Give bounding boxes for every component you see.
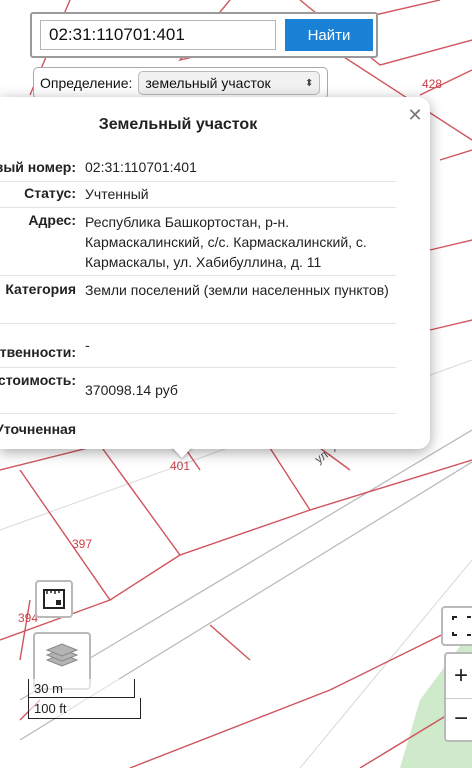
- parcel-label-401: 401: [170, 459, 191, 473]
- info-row-cadastral-number: Кадастровый номер: 02:31:110701:401: [0, 153, 396, 182]
- scale-imperial: 100 ft: [28, 698, 141, 719]
- definition-control: Определение: земельный участок ⬍: [33, 67, 328, 99]
- ruler-icon: [43, 589, 65, 609]
- definition-selected-value: земельный участок: [145, 75, 271, 91]
- close-icon[interactable]: ✕: [404, 104, 426, 126]
- info-row-status: Статус: Учтенный: [0, 181, 396, 208]
- fullscreen-button[interactable]: [441, 606, 472, 646]
- info-row-address: Адрес: Республика Башкортостан, р-н. Кар…: [0, 207, 396, 276]
- zoom-out-button[interactable]: −: [446, 699, 472, 743]
- info-value: 370098.14 руб: [85, 382, 178, 398]
- info-key: Форма собственности:: [0, 344, 76, 360]
- info-key: Адрес:: [28, 212, 76, 228]
- zoom-control: + −: [444, 652, 472, 742]
- scale-metric: 30 m: [28, 679, 135, 698]
- ruler-button[interactable]: [35, 580, 73, 618]
- find-button[interactable]: Найти: [285, 19, 373, 51]
- scale-bar: 30 m 100 ft: [28, 679, 141, 719]
- parcel-info-popup: Земельный участок Кадастровый номер: 02:…: [0, 97, 430, 449]
- info-row-refined: Уточненная: [0, 413, 396, 443]
- info-value: Республика Башкортостан, р-н. Кармаскали…: [85, 214, 367, 270]
- info-value: Учтенный: [85, 186, 149, 202]
- info-row-cadastral-value: Кадастровая стоимость: 370098.14 руб: [0, 367, 396, 414]
- info-key: Кадастровая стоимость:: [0, 372, 76, 388]
- chevron-updown-icon: ⬍: [305, 77, 314, 89]
- info-value: Земли поселений (земли населенных пункто…: [85, 282, 389, 298]
- definition-select[interactable]: земельный участок ⬍: [138, 71, 321, 95]
- info-row-ownership: Форма собственности: -: [0, 323, 396, 368]
- definition-label: Определение:: [40, 75, 133, 91]
- zoom-in-button[interactable]: +: [446, 654, 472, 699]
- info-row-category: Категория Земли поселений (земли населен…: [0, 275, 396, 324]
- info-key: Кадастровый номер:: [0, 159, 76, 175]
- search-bar: Найти: [30, 12, 378, 58]
- info-key: Уточненная: [0, 421, 76, 437]
- cadastral-number-input[interactable]: [40, 20, 276, 50]
- parcel-label-428: 428: [422, 77, 443, 91]
- info-key: Статус:: [24, 185, 76, 201]
- info-key: Категория: [5, 281, 76, 297]
- popup-pointer: [171, 446, 193, 458]
- info-value: 02:31:110701:401: [85, 159, 197, 175]
- popup-title: Земельный участок: [98, 116, 258, 133]
- parcel-label-397: 397: [72, 537, 93, 551]
- info-value: -: [85, 337, 90, 353]
- fullscreen-icon: [452, 616, 471, 636]
